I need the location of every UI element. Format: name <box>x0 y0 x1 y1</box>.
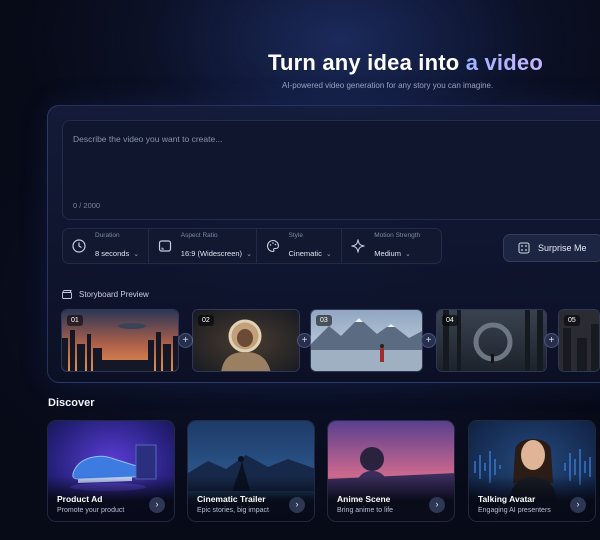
clock-icon <box>72 239 86 253</box>
storyboard-frame[interactable]: 01 <box>61 309 179 372</box>
discover-card-product-ad[interactable]: Product Ad Promote your product › <box>47 420 175 522</box>
surprise-me-label: Surprise Me <box>538 243 587 253</box>
aspect-ratio-icon <box>158 240 171 252</box>
chevron-right-icon[interactable]: › <box>289 497 305 513</box>
clapperboard-icon <box>62 290 72 299</box>
card-subtitle: Engaging AI presenters <box>478 507 551 514</box>
card-title: Cinematic Trailer <box>197 494 266 504</box>
settings-bar: Duration 8 seconds ⌄ Aspect Ratio 16:9 (W… <box>62 228 442 264</box>
aspect-ratio-label: Aspect Ratio <box>180 231 218 239</box>
chevron-down-icon: ⌄ <box>133 250 140 258</box>
frame-number: 03 <box>316 315 332 326</box>
duration-select[interactable]: Duration 8 seconds ⌄ <box>63 229 148 263</box>
frame-number: 04 <box>442 315 458 326</box>
frame-number: 02 <box>198 315 214 326</box>
discover-card-cinematic-trailer[interactable]: Cinematic Trailer Epic stories, big impa… <box>187 420 315 522</box>
chevron-down-icon: ⌄ <box>404 250 411 258</box>
hero-title-main: Turn any idea into <box>268 50 460 75</box>
card-subtitle: Epic stories, big impact <box>197 507 269 514</box>
card-title: Anime Scene <box>337 494 391 504</box>
chevron-right-icon[interactable]: › <box>149 497 165 513</box>
card-subtitle: Bring anime to life <box>337 507 394 514</box>
discover-card-talking-avatar[interactable]: Talking Avatar Engaging AI presenters › <box>468 420 596 522</box>
add-frame-button[interactable]: + <box>178 333 193 348</box>
motion-strength-select[interactable]: Motion Strength Medium ⌄ <box>341 229 441 263</box>
storyboard-title: Storyboard Preview <box>79 290 149 299</box>
char-count: 0 / 2000 <box>73 201 101 210</box>
storyboard-frame[interactable]: 05 <box>558 309 600 372</box>
add-frame-button[interactable]: + <box>544 333 559 348</box>
storyboard-frame[interactable]: 04 <box>436 309 547 372</box>
palette-icon <box>266 239 279 253</box>
chevron-right-icon[interactable]: › <box>570 497 586 513</box>
card-title: Product Ad <box>57 494 103 504</box>
chevron-down-icon: ⌄ <box>325 250 332 258</box>
storyboard-frame[interactable]: 03 <box>310 309 423 372</box>
discover-title: Discover <box>48 397 95 409</box>
style-value: Cinematic <box>288 248 322 258</box>
hero-title: Turn any idea into a video <box>0 50 600 76</box>
motion-strength-value: Medium <box>374 248 401 258</box>
add-frame-button[interactable]: + <box>421 333 436 348</box>
aspect-ratio-value: 16:9 (Widescreen) <box>180 248 243 258</box>
duration-label: Duration <box>95 231 120 239</box>
sparkle-icon <box>351 239 365 253</box>
style-label: Style <box>288 231 303 239</box>
hero-title-accent: a video <box>465 50 543 75</box>
style-select[interactable]: Style Cinematic ⌄ <box>255 229 342 263</box>
storyboard-header: Storyboard Preview <box>62 290 149 299</box>
storyboard-frame[interactable]: 02 <box>192 309 300 372</box>
prompt-placeholder: Describe the video you want to create... <box>73 134 223 144</box>
card-title: Talking Avatar <box>478 494 536 504</box>
motion-strength-label: Motion Strength <box>374 231 421 239</box>
hero-subtitle: AI-powered video generation for any stor… <box>282 81 494 90</box>
chevron-down-icon: ⌄ <box>246 250 252 258</box>
aspect-ratio-select[interactable]: Aspect Ratio 16:9 (Widescreen) ⌄ <box>147 229 256 263</box>
card-subtitle: Promote your product <box>57 507 125 514</box>
dice-icon <box>518 242 530 254</box>
duration-value: 8 seconds <box>95 248 130 258</box>
frame-number: 01 <box>67 315 83 326</box>
frame-number: 05 <box>564 315 580 326</box>
surprise-me-button[interactable]: Surprise Me <box>503 234 600 262</box>
chevron-right-icon[interactable]: › <box>429 497 445 513</box>
discover-card-anime-scene[interactable]: Anime Scene Bring anime to life › <box>327 420 455 522</box>
